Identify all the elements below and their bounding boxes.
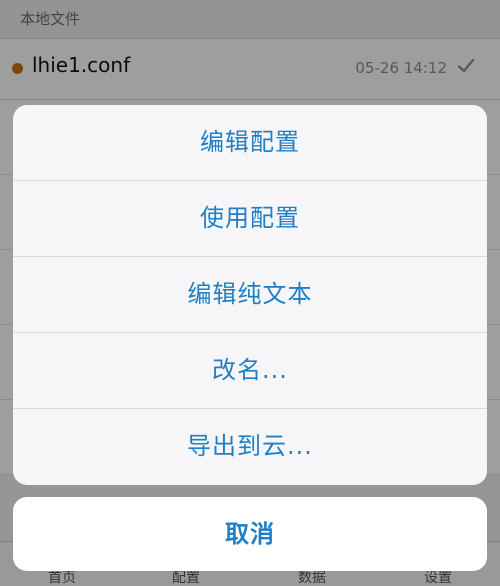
use-config-button[interactable]: 使用配置 [13,181,487,256]
cancel-button[interactable]: 取消 [13,497,487,571]
edit-config-button[interactable]: 编辑配置 [13,105,487,180]
export-to-cloud-button[interactable]: 导出到云... [13,409,487,484]
rename-button[interactable]: 改名... [13,333,487,408]
edit-plain-text-button[interactable]: 编辑纯文本 [13,257,487,332]
action-sheet: 编辑配置 使用配置 编辑纯文本 改名... 导出到云... [13,105,487,485]
